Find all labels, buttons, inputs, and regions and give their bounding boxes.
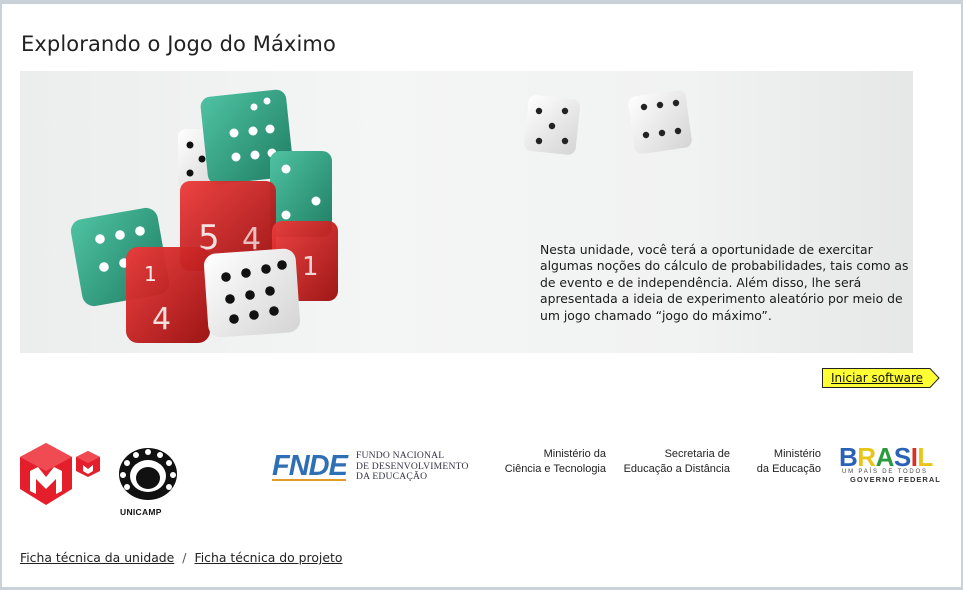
seed-line: Educação a Distância: [623, 463, 730, 475]
svg-text:4: 4: [152, 302, 171, 337]
governo-federal-label: GOVERNO FEDERAL: [850, 475, 941, 484]
unit-credits-link[interactable]: Ficha técnica da unidade: [20, 550, 174, 565]
brasil-tagline: UM PAÍS DE TODOS: [842, 468, 928, 475]
mec-line: Ministério: [773, 448, 821, 460]
footer-separator: /: [182, 550, 187, 565]
page-title: Explorando o Jogo do Máximo: [21, 32, 336, 56]
fnde-line: FUNDO NACIONAL: [356, 450, 445, 461]
white-die-small-1: [524, 95, 580, 155]
start-software-label: Iniciar software: [831, 371, 924, 385]
mec-line: da Educação: [756, 463, 821, 475]
mct-logo: Ministério da Ciência e Tecnologia: [496, 447, 606, 477]
svg-text:1: 1: [302, 252, 319, 282]
project-credits-link[interactable]: Ficha técnica do projeto: [194, 550, 342, 565]
brasil-governo-federal-logo: BRASIL UM PAÍS DE TODOS GOVERNO FEDERAL: [839, 444, 941, 484]
unicamp-logo: [119, 448, 177, 500]
red-die-front: 1 4: [126, 247, 210, 343]
fnde-name: FUNDO NACIONAL DE DESENVOLVIMENTO DA EDU…: [356, 450, 469, 483]
white-die-small-2: [628, 90, 692, 154]
fnde-logo: FNDE: [272, 450, 350, 482]
footer-links: Ficha técnica da unidade / Ficha técnica d…: [20, 550, 342, 565]
unicamp-label: UNICAMP: [120, 507, 162, 517]
m3-logo: [20, 443, 100, 505]
mec-logo: Ministério da Educação: [745, 447, 821, 477]
hero-banner: 5 4 1 1 4 Nesta unidade, você terá a opo…: [20, 71, 913, 353]
svg-text:1: 1: [144, 262, 157, 286]
seed-line: Secretaria de: [664, 448, 730, 460]
white-die-front: [203, 248, 301, 338]
unit-description: Nesta unidade, você terá a oportunidade …: [540, 242, 909, 323]
mct-line: Ministério da: [543, 448, 606, 460]
mct-line: Ciência e Tecnologia: [504, 463, 606, 475]
start-software-button[interactable]: Iniciar software: [822, 368, 940, 388]
seed-logo: Secretaria de Educação a Distância: [618, 447, 730, 477]
svg-text:BRASIL: BRASIL: [839, 444, 933, 472]
fnde-line: DA EDUCAÇÃO: [356, 471, 428, 482]
fnde-mark: FNDE: [272, 450, 350, 482]
